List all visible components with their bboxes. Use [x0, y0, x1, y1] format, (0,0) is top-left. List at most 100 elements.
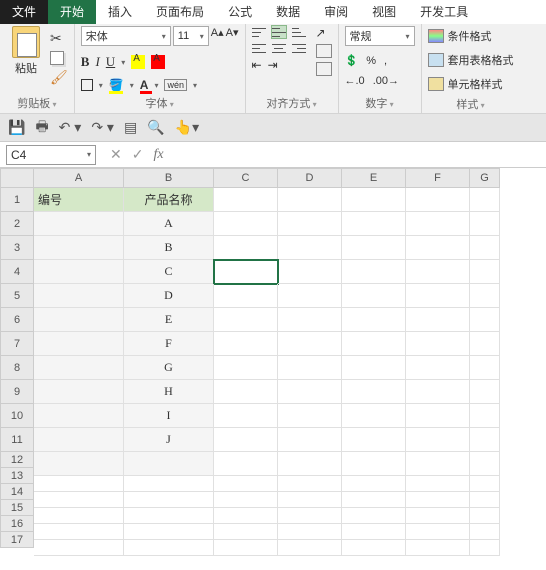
cell[interactable] [34, 236, 124, 260]
cell[interactable] [406, 212, 470, 236]
cell[interactable]: A [124, 212, 214, 236]
increase-indent-icon[interactable]: ⇥ [268, 58, 278, 72]
row-header[interactable]: 6 [0, 308, 34, 332]
cancel-icon[interactable]: ✕ [110, 146, 122, 163]
cell[interactable]: J [124, 428, 214, 452]
col-header[interactable]: D [278, 168, 342, 188]
tab-home[interactable]: 开始 [48, 0, 96, 24]
align-center-icon[interactable] [272, 42, 286, 54]
decrease-indent-icon[interactable]: ⇤ [252, 58, 262, 72]
currency-icon[interactable]: 💲 [345, 54, 359, 67]
cell[interactable] [278, 284, 342, 308]
cell[interactable] [214, 524, 278, 540]
enter-icon[interactable]: ✓ [132, 146, 144, 163]
cell[interactable]: D [124, 284, 214, 308]
cell[interactable] [342, 540, 406, 556]
cell[interactable] [124, 540, 214, 556]
cell[interactable] [406, 356, 470, 380]
fx-icon[interactable]: fx [153, 147, 163, 163]
row-header[interactable]: 10 [0, 404, 34, 428]
comma-button[interactable]: , [384, 55, 387, 67]
cell[interactable] [124, 492, 214, 508]
pinyin-button[interactable]: wén [164, 79, 187, 91]
phonetic-a-icon[interactable] [131, 55, 145, 69]
cell[interactable] [34, 284, 124, 308]
cell[interactable]: 产品名称 [124, 188, 214, 212]
cell[interactable] [470, 188, 500, 212]
font-name-select[interactable]: 宋体▾ [81, 26, 171, 46]
cell[interactable] [278, 476, 342, 492]
cell[interactable] [278, 212, 342, 236]
cell[interactable] [214, 212, 278, 236]
cell[interactable] [214, 492, 278, 508]
cell[interactable] [124, 524, 214, 540]
tab-page-layout[interactable]: 页面布局 [144, 0, 216, 24]
cell[interactable] [34, 524, 124, 540]
save-icon[interactable]: 💾 [8, 119, 25, 136]
cell[interactable] [34, 212, 124, 236]
cell[interactable] [406, 524, 470, 540]
cell[interactable]: F [124, 332, 214, 356]
italic-button[interactable]: I [95, 54, 99, 70]
decrease-decimal-button[interactable]: .00→ [373, 75, 399, 87]
col-header[interactable]: F [406, 168, 470, 188]
cell[interactable]: G [124, 356, 214, 380]
cell[interactable] [406, 428, 470, 452]
cell[interactable] [342, 212, 406, 236]
wrap-text-icon[interactable] [316, 44, 332, 58]
print-icon[interactable]: 🖶 [35, 116, 48, 140]
cell[interactable] [470, 332, 500, 356]
cell[interactable]: 编号 [34, 188, 124, 212]
cell[interactable] [342, 356, 406, 380]
cell[interactable] [406, 452, 470, 476]
cell[interactable] [214, 476, 278, 492]
cell[interactable] [406, 308, 470, 332]
font-size-select[interactable]: 11▾ [173, 26, 209, 46]
merge-cells-icon[interactable] [316, 62, 332, 76]
row-header[interactable]: 7 [0, 332, 34, 356]
cell[interactable] [214, 404, 278, 428]
cell[interactable] [278, 508, 342, 524]
tab-insert[interactable]: 插入 [96, 0, 144, 24]
format-painter-icon[interactable]: 🖌 [50, 69, 68, 86]
qat-touch-icon[interactable]: 👆▾ [175, 119, 199, 136]
cell[interactable] [278, 380, 342, 404]
cell[interactable] [214, 380, 278, 404]
cell[interactable] [470, 508, 500, 524]
cell[interactable] [470, 308, 500, 332]
cell[interactable] [470, 380, 500, 404]
cell[interactable] [214, 540, 278, 556]
cell[interactable] [342, 284, 406, 308]
cell[interactable] [214, 308, 278, 332]
cell[interactable] [342, 404, 406, 428]
cell[interactable] [278, 452, 342, 476]
cell[interactable] [34, 380, 124, 404]
col-header[interactable]: A [34, 168, 124, 188]
row-header[interactable]: 12 [0, 452, 34, 468]
col-header[interactable]: C [214, 168, 278, 188]
cell[interactable] [342, 188, 406, 212]
cell[interactable] [470, 452, 500, 476]
cell[interactable] [278, 188, 342, 212]
row-header[interactable]: 8 [0, 356, 34, 380]
cell[interactable]: C [124, 260, 214, 284]
cell[interactable] [278, 540, 342, 556]
cell[interactable] [342, 524, 406, 540]
number-format-select[interactable]: 常规▾ [345, 26, 415, 46]
cell[interactable] [278, 236, 342, 260]
row-header[interactable]: 16 [0, 516, 34, 532]
cell[interactable] [214, 236, 278, 260]
cell[interactable] [342, 508, 406, 524]
cell[interactable] [406, 508, 470, 524]
cell[interactable] [406, 236, 470, 260]
paste-button[interactable]: 粘贴 [6, 26, 46, 76]
cell[interactable] [278, 404, 342, 428]
cell[interactable] [34, 508, 124, 524]
row-header[interactable]: 17 [0, 532, 34, 548]
align-top-icon[interactable] [252, 26, 266, 38]
cell[interactable] [342, 236, 406, 260]
cell[interactable] [406, 188, 470, 212]
cell[interactable] [278, 260, 342, 284]
tab-developer[interactable]: 开发工具 [408, 0, 480, 24]
tab-file[interactable]: 文件 [0, 0, 48, 24]
